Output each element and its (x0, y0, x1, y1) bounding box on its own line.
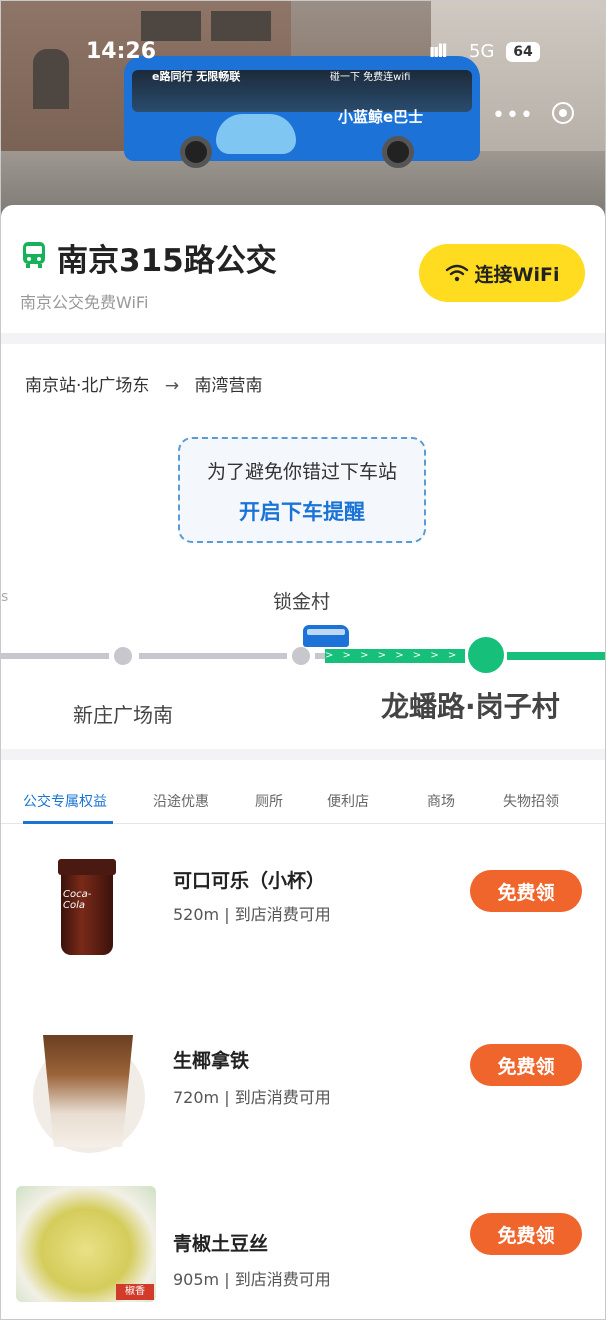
route-line-progress: > > > > > > > > > > > (325, 649, 465, 663)
tab-bus-benefits[interactable]: 公交专属权益 (23, 791, 107, 811)
connect-wifi-label: 连接WiFi (474, 263, 560, 286)
bus-slogan-right: 碰一下 免费连wifi (330, 72, 411, 83)
section-divider (1, 333, 605, 344)
app-screen: e路同行 无限畅联 碰一下 免费连wifi 小蓝鲸e巴士 14:26 ııll … (0, 0, 606, 1320)
network-label: 5G (469, 41, 495, 62)
current-stop-dot[interactable] (465, 634, 507, 676)
stop-dot[interactable] (111, 644, 135, 668)
signal-icon: ııll (429, 41, 448, 62)
offer-meta: 520m | 到店消费可用 (173, 905, 331, 924)
stop-label-lower[interactable]: 新庄广场南 (73, 699, 173, 728)
enable-reminder-link[interactable]: 开启下车提醒 (180, 496, 424, 526)
route-line-passed (139, 653, 287, 659)
hero-banner: e路同行 无限畅联 碰一下 免费连wifi 小蓝鲸e巴士 14:26 ııll … (1, 1, 605, 216)
route-line-passed (315, 653, 325, 659)
page-title: 南京315路公交 (57, 243, 277, 279)
page-subtitle: 南京公交免费WiFi (20, 293, 149, 312)
alight-reminder-box[interactable]: 为了避免你错过下车站 开启下车提醒 (178, 437, 426, 543)
offer-title[interactable]: 青椒土豆丝 (173, 1229, 268, 1256)
battery-icon: 64 (506, 42, 540, 62)
close-target-icon[interactable] (552, 102, 574, 124)
cola-image[interactable]: Coca-Cola (58, 859, 116, 955)
current-stop-label[interactable]: 龙蟠路·岗子村 (381, 685, 560, 725)
connect-wifi-button[interactable]: 连接WiFi (419, 244, 585, 302)
tab-lost-found[interactable]: 失物招领 (503, 791, 559, 811)
tab-nearby-deals[interactable]: 沿途优惠 (153, 791, 209, 811)
tab-toilets[interactable]: 厕所 (255, 791, 283, 811)
more-icon[interactable]: ••• (492, 103, 534, 128)
bus-position-icon (303, 625, 349, 647)
active-tab-indicator (23, 821, 113, 824)
route-to: 南湾营南 (194, 376, 263, 396)
direction-arrow-icon: → (164, 376, 180, 396)
stop-label-upper[interactable]: 锁金村 (273, 587, 330, 614)
route-direction: 南京站·北广场东 → 南湾营南 (25, 371, 262, 396)
bus-brand: 小蓝鲸e巴士 (338, 108, 424, 126)
tab-convenience-store[interactable]: 便利店 (327, 791, 369, 811)
offer-meta: 720m | 到店消费可用 (173, 1088, 331, 1107)
bus-icon (23, 242, 45, 268)
bus-image: e路同行 无限畅联 碰一下 免费连wifi 小蓝鲸e巴士 (124, 56, 480, 168)
wifi-icon (445, 264, 468, 282)
claim-free-button[interactable]: 免费领 (470, 1044, 582, 1086)
whale-mascot (216, 114, 296, 154)
claim-free-button[interactable]: 免费领 (470, 1213, 582, 1255)
tab-mall[interactable]: 商场 (427, 791, 455, 811)
dish-brand-tag: 椒香 (116, 1284, 154, 1300)
section-divider (1, 749, 605, 760)
route-line-passed (1, 653, 109, 659)
claim-free-button[interactable]: 免费领 (470, 870, 582, 912)
category-tabs: 公交专属权益 沿途优惠 厕所 便利店 商场 失物招领 (1, 783, 605, 824)
route-line-upcoming (507, 652, 605, 660)
bus-slogan-left: e路同行 无限畅联 (152, 70, 241, 83)
route-header-card: 南京315路公交 南京公交免费WiFi 连接WiFi (1, 205, 605, 333)
cola-logo: Coca-Cola (63, 889, 92, 911)
reminder-text: 为了避免你错过下车站 (206, 461, 397, 483)
offer-meta: 905m | 到店消费可用 (173, 1270, 331, 1289)
offer-title[interactable]: 生椰拿铁 (173, 1046, 249, 1073)
route-from: 南京站·北广场东 (25, 376, 150, 396)
offscreen-stop-glyph: s (1, 589, 9, 605)
offer-title[interactable]: 可口可乐（小杯） (173, 866, 325, 893)
status-time: 14:26 (86, 39, 157, 64)
stop-dot[interactable] (289, 644, 313, 668)
latte-image[interactable] (43, 1035, 133, 1147)
